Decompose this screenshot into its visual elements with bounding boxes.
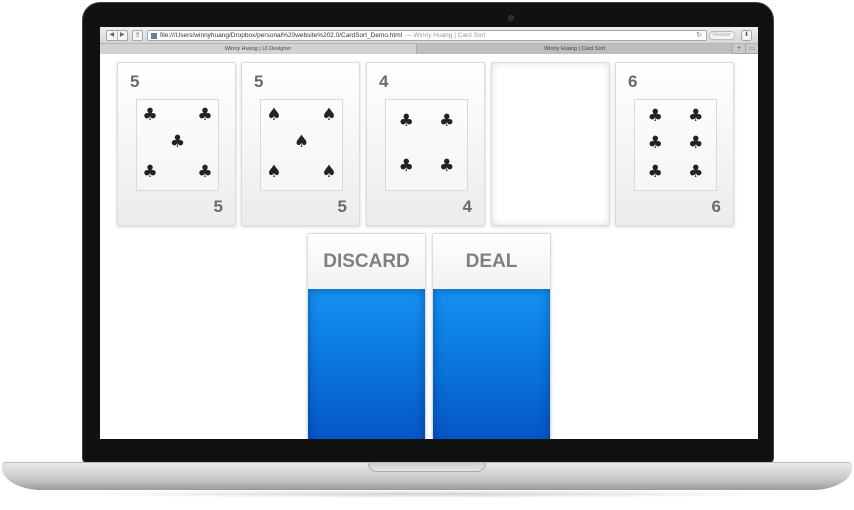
clubs-icon: ♣: [647, 162, 663, 182]
card-rank-bottom: 5: [337, 197, 347, 216]
clubs-icon: ♣: [142, 162, 158, 182]
card-rank-bottom: 5: [213, 197, 223, 216]
card-pip-area: ♠ ♠ ♠ ♠ ♠: [260, 99, 343, 191]
favicon-icon: [151, 32, 157, 39]
clubs-icon: ♣: [439, 155, 455, 176]
spades-icon: ♠: [321, 162, 337, 182]
clubs-icon: ♣: [647, 106, 663, 127]
reload-icon[interactable]: ↻: [696, 31, 702, 40]
reader-button[interactable]: Reader: [709, 31, 735, 40]
card-slot-empty[interactable]: [491, 62, 610, 226]
page-content: 5 ♣ ♣ ♣ ♣ ♣ 5 5 ♠ ♠ ♠ ♠ ♠ 5 4 ♣ ♣ ♣ ♣ 4 6 ♣ ♣ ♣ ♣ ♣ ♣ 6 DISCARD DEA…: [100, 54, 758, 439]
tab-ui-designer[interactable]: Winny Huang | UI Designer: [100, 44, 417, 54]
card-rank-top: 5: [130, 72, 140, 91]
playing-card[interactable]: 4 ♣ ♣ ♣ ♣ 4: [366, 62, 485, 226]
url-text: file:///Users/winnyhuang/Dropbox/persona…: [160, 32, 403, 39]
clubs-icon: ♣: [688, 106, 704, 127]
spades-icon: ♠: [321, 105, 337, 126]
card-pip-area: ♣ ♣ ♣ ♣: [385, 99, 468, 191]
card-pip-area: ♣ ♣ ♣ ♣ ♣ ♣: [634, 99, 717, 191]
clubs-icon: ♣: [398, 155, 414, 176]
card-pip-area: ♣ ♣ ♣ ♣ ♣: [136, 99, 219, 191]
spades-icon: ♠: [266, 162, 282, 182]
card-rank-top: 4: [379, 72, 389, 91]
discard-label: DISCARD: [308, 234, 425, 289]
address-bar[interactable]: file:///Users/winnyhuang/Dropbox/persona…: [147, 30, 707, 41]
camera-icon: [508, 15, 514, 21]
clubs-icon: ♣: [688, 133, 704, 154]
discard-pile[interactable]: DISCARD: [307, 233, 426, 439]
clubs-icon: ♣: [647, 133, 663, 154]
nav-buttons: ◀ ▶: [106, 30, 128, 41]
card-rank-bottom: 6: [711, 197, 721, 216]
playing-card[interactable]: 5 ♣ ♣ ♣ ♣ ♣ 5: [117, 62, 236, 226]
spades-icon: ♠: [293, 132, 310, 153]
card-rank-bottom: 4: [462, 197, 472, 216]
tab-card-sort[interactable]: Winny Huang | Card Sort: [417, 44, 732, 54]
new-tab-button[interactable]: +: [732, 44, 745, 53]
deal-label: DEAL: [433, 234, 550, 289]
browser-toolbar: ◀ ▶ ⇪ file:///Users/winnyhuang/Dropbox/p…: [100, 27, 758, 44]
deal-pile-fill: [433, 289, 550, 439]
tab-bar: Winny Huang | UI Designer Winny Huang | …: [100, 44, 758, 54]
clubs-icon: ♣: [688, 162, 704, 182]
clubs-icon: ♣: [142, 105, 158, 126]
url-page-title: — Winny Huang | Card Sort: [405, 32, 486, 39]
downloads-button[interactable]: ⬇: [741, 30, 752, 41]
back-button[interactable]: ◀: [107, 31, 117, 40]
discard-pile-fill: [308, 289, 425, 439]
laptop-hinge-notch: [368, 463, 486, 472]
forward-button[interactable]: ▶: [116, 31, 128, 40]
card-rank-top: 5: [254, 72, 264, 91]
laptop-shadow: [60, 490, 794, 498]
browser-window: ◀ ▶ ⇪ file:///Users/winnyhuang/Dropbox/p…: [100, 27, 758, 439]
spades-icon: ♠: [266, 105, 282, 126]
card-rank-top: 6: [628, 72, 638, 91]
playing-card[interactable]: 5 ♠ ♠ ♠ ♠ ♠ 5: [241, 62, 360, 226]
clubs-icon: ♣: [197, 162, 213, 182]
tab-overview-button[interactable]: ▭: [745, 44, 758, 53]
clubs-icon: ♣: [398, 110, 414, 131]
deal-pile[interactable]: DEAL: [432, 233, 551, 439]
share-button[interactable]: ⇪: [132, 30, 143, 41]
playing-card[interactable]: 6 ♣ ♣ ♣ ♣ ♣ ♣ 6: [615, 62, 734, 226]
clubs-icon: ♣: [439, 110, 455, 131]
clubs-icon: ♣: [197, 105, 213, 126]
clubs-icon: ♣: [169, 132, 186, 153]
